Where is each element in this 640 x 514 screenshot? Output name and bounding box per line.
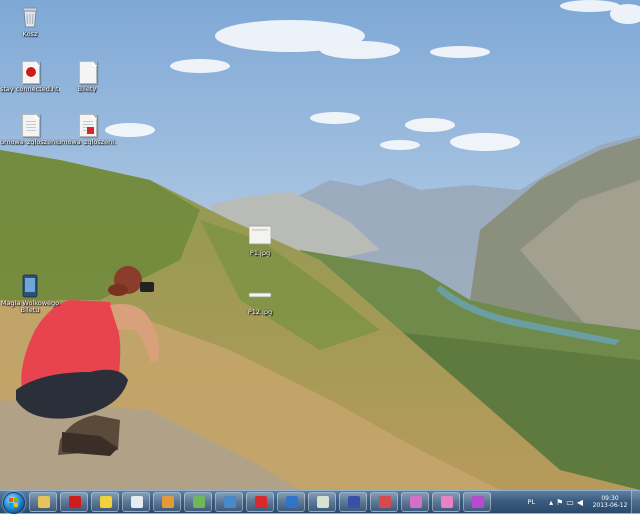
document-viewer-icon [317, 496, 329, 508]
image-file-icon [248, 224, 272, 248]
taskbar-button-folder[interactable] [29, 492, 57, 512]
windows-logo-icon [9, 498, 19, 508]
pen-icon [472, 496, 484, 508]
desktop-icon-label: P1.jpg [249, 250, 271, 257]
desktop-icon-umowa-doc[interactable]: umowa_zgloszeni... [0, 113, 60, 146]
desktop-icon-label: Bilety [77, 86, 97, 93]
recycle-bin-icon [19, 5, 41, 29]
desktop-icon-label: stay connected.html [0, 86, 60, 93]
taskbar-button-floppy[interactable] [339, 492, 367, 512]
taskbar-button-image-viewer[interactable] [184, 492, 212, 512]
volume-icon[interactable]: ◀ [577, 498, 583, 507]
html-document-icon [19, 60, 41, 84]
desktop-icon-recycle-bin[interactable]: Kosz [0, 5, 60, 38]
tools-icon [162, 496, 174, 508]
taskbar-button-opera[interactable] [60, 492, 88, 512]
pdf-document-icon [76, 113, 98, 137]
clock-time: 09:30 [601, 495, 619, 502]
image-file-icon [248, 283, 272, 307]
opera-icon [69, 496, 81, 508]
language-indicator[interactable]: PL [528, 498, 536, 506]
taskbar-button-document-viewer[interactable] [308, 492, 336, 512]
taskbar-button-cleaner[interactable] [432, 492, 460, 512]
system-tray: PL ▴ ⚑ ▭ ◀ 09:30 2013-06-12 [528, 491, 640, 513]
taskbar: PL ▴ ⚑ ▭ ◀ 09:30 2013-06-12 [0, 490, 640, 514]
start-button[interactable] [3, 492, 25, 514]
desktop-icon-label: Magia Wolkowego Biletu [0, 300, 60, 314]
desktop-icon-label: P12.jpg [247, 309, 273, 316]
desktop-icon-magia-biletu[interactable]: Magia Wolkowego Biletu [0, 274, 60, 314]
desktop-icon-label: Kosz [22, 31, 38, 38]
taskbar-button-paint[interactable] [401, 492, 429, 512]
taskbar-button-calendar-date[interactable] [370, 492, 398, 512]
network-icon [224, 496, 236, 508]
desktop-icon-p12-jpg[interactable]: P12.jpg [230, 283, 290, 316]
desktop-icon-bilety[interactable]: Bilety [57, 60, 117, 93]
network-status-icon[interactable]: ▭ [566, 498, 574, 507]
batman-icon [100, 496, 112, 508]
desktop-icon-label: umowa_zgloszeni... [0, 139, 60, 146]
taskbar-button-tools[interactable] [153, 492, 181, 512]
acrobat-icon [255, 496, 267, 508]
show-hidden-icons-icon[interactable]: ▴ [549, 498, 553, 507]
document-icon [19, 113, 41, 137]
folder-icon [38, 496, 50, 508]
desktop-icon-p1-jpg[interactable]: P1.jpg [230, 224, 290, 257]
paint-icon [410, 496, 422, 508]
taskbar-button-pen[interactable] [463, 492, 491, 512]
help-icon [286, 496, 298, 508]
desktop-icon-stay-connected[interactable]: stay connected.html [0, 60, 60, 93]
taskbar-button-help[interactable] [277, 492, 305, 512]
image-viewer-icon [193, 496, 205, 508]
floppy-icon [348, 496, 360, 508]
calendar-date-icon [379, 496, 391, 508]
phone-image-icon [19, 274, 41, 298]
flag-icon[interactable]: ⚑ [556, 498, 563, 507]
show-desktop-button[interactable] [631, 491, 640, 513]
taskbar-button-acrobat[interactable] [246, 492, 274, 512]
notes-icon [131, 496, 143, 508]
text-file-icon [76, 60, 98, 84]
desktop-icon-umowa-pdf[interactable]: umowa_zgloszeni... [57, 113, 117, 146]
desktop-icon-label: umowa_zgloszeni... [57, 139, 117, 146]
clock-date: 2013-06-12 [592, 502, 628, 509]
taskbar-button-network[interactable] [215, 492, 243, 512]
clock[interactable]: 09:30 2013-06-12 [589, 495, 631, 509]
taskbar-button-notes[interactable] [122, 492, 150, 512]
cleaner-icon [441, 496, 453, 508]
taskbar-pinned-apps [29, 492, 491, 512]
taskbar-button-batman[interactable] [91, 492, 119, 512]
